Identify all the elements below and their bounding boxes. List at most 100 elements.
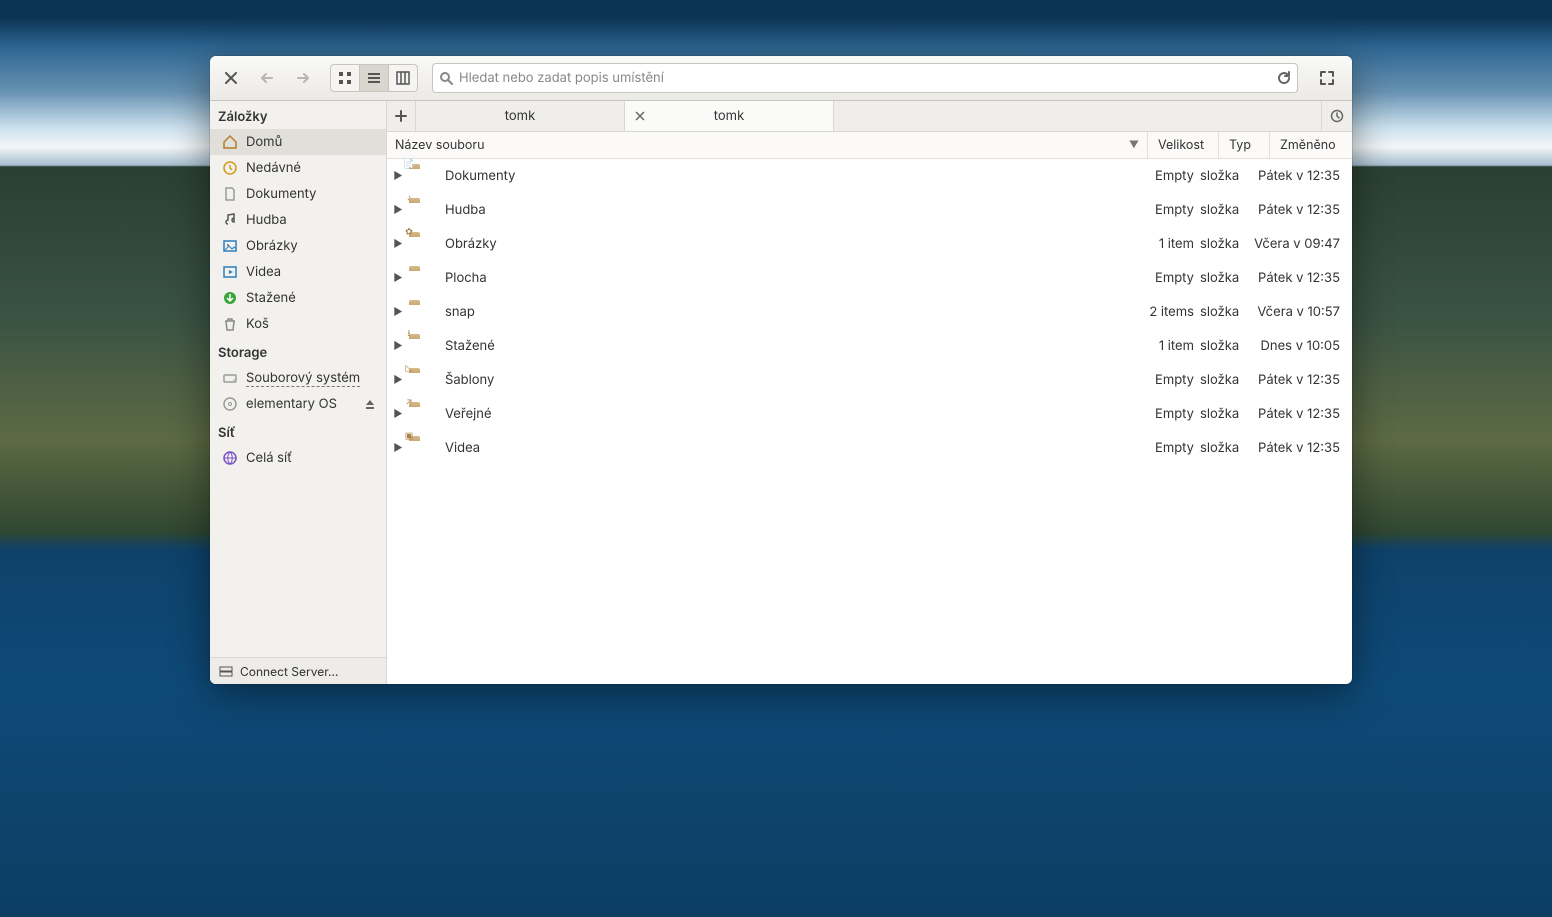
view-grid-button[interactable] <box>331 65 360 91</box>
reload-button[interactable] <box>1277 71 1291 85</box>
sidebar-item-vid[interactable]: Videa <box>210 259 386 285</box>
sidebar-item-network-0[interactable]: Celá síť <box>210 445 386 471</box>
expand-arrow-icon[interactable]: ▶ <box>393 272 403 284</box>
sidebar-item-label: Stažené <box>246 290 296 306</box>
tab-0[interactable]: tomk <box>416 101 625 131</box>
folder-icon: ♪ <box>409 198 437 222</box>
grid-icon <box>338 71 352 85</box>
server-icon <box>218 663 234 679</box>
folder-icon: ✿ <box>409 232 437 256</box>
expand-arrow-icon[interactable]: ▶ <box>393 306 403 318</box>
sidebar: Záložky DomůNedávnéDokumentyHudbaObrázky… <box>210 101 387 684</box>
expand-arrow-icon[interactable]: ▶ <box>393 374 403 386</box>
file-type: složka <box>1200 440 1250 456</box>
nav-forward-button[interactable] <box>288 64 318 92</box>
maximize-icon <box>1320 71 1334 85</box>
search-icon <box>439 71 453 85</box>
pic-icon <box>222 238 238 254</box>
sidebar-item-label: Koš <box>246 316 269 332</box>
column-type-label: Typ <box>1229 138 1251 153</box>
file-modified: Pátek v 12:35 <box>1250 440 1352 456</box>
eject-button[interactable] <box>364 398 376 410</box>
file-size: Empty <box>1126 406 1200 422</box>
tab-history-button[interactable] <box>1321 101 1352 131</box>
sidebar-item-doc[interactable]: Dokumenty <box>210 181 386 207</box>
home-icon <box>222 134 238 150</box>
file-manager-window: Hledat nebo zadat popis umístění Záložky… <box>210 56 1352 684</box>
file-row[interactable]: ▶↗VeřejnéEmptysložkaPátek v 12:35 <box>387 397 1352 431</box>
file-modified: Pátek v 12:35 <box>1250 372 1352 388</box>
view-mode-toggle <box>330 64 418 92</box>
tab-label: tomk <box>505 108 535 124</box>
column-modified[interactable]: Změněno <box>1269 132 1352 158</box>
tab-close-button[interactable] <box>635 111 645 121</box>
sidebar-item-label: Dokumenty <box>246 186 316 202</box>
sidebar-item-dl[interactable]: Stažené <box>210 285 386 311</box>
folder-icon <box>409 266 437 290</box>
path-bar[interactable]: Hledat nebo zadat popis umístění <box>432 63 1298 93</box>
expand-arrow-icon[interactable]: ▶ <box>393 442 403 454</box>
file-size: Empty <box>1126 440 1200 456</box>
file-row[interactable]: ▶✿Obrázky1 itemsložkaVčera v 09:47 <box>387 227 1352 261</box>
expand-arrow-icon[interactable]: ▶ <box>393 170 403 182</box>
doc-icon <box>222 186 238 202</box>
file-modified: Včera v 09:47 <box>1250 236 1352 252</box>
file-list: ▶📄DokumentyEmptysložkaPátek v 12:35▶♪Hud… <box>387 159 1352 684</box>
sidebar-item-recent[interactable]: Nedávné <box>210 155 386 181</box>
sidebar-item-home[interactable]: Domů <box>210 129 386 155</box>
expand-arrow-icon[interactable]: ▶ <box>393 238 403 250</box>
tab-label: tomk <box>714 108 744 124</box>
window-maximize-button[interactable] <box>1312 64 1346 92</box>
column-size[interactable]: Velikost <box>1147 132 1218 158</box>
file-row[interactable]: ▶♪HudbaEmptysložkaPátek v 12:35 <box>387 193 1352 227</box>
close-icon <box>225 72 237 84</box>
file-row[interactable]: ▶⭳Stažené1 itemsložkaDnes v 10:05 <box>387 329 1352 363</box>
column-name[interactable]: Název souboru ▼ <box>387 138 1147 153</box>
file-name: Plocha <box>437 270 1126 286</box>
connect-server-button[interactable]: Connect Server… <box>210 657 386 684</box>
list-icon <box>367 71 381 85</box>
nav-back-button[interactable] <box>252 64 282 92</box>
file-size: 1 item <box>1126 338 1200 354</box>
trash-icon <box>222 316 238 332</box>
chevron-right-icon <box>296 71 310 85</box>
plus-icon <box>395 110 407 122</box>
tabstrip: tomk tomk <box>387 101 1352 132</box>
sidebar-item-trash[interactable]: Koš <box>210 311 386 337</box>
file-modified: Včera v 10:57 <box>1250 304 1352 320</box>
sidebar-item-storage-0[interactable]: Souborový systém <box>210 365 386 391</box>
sidebar-item-music[interactable]: Hudba <box>210 207 386 233</box>
sidebar-item-storage-1[interactable]: elementary OS <box>210 391 386 417</box>
file-row[interactable]: ▶▣VideaEmptysložkaPátek v 12:35 <box>387 431 1352 465</box>
new-tab-button[interactable] <box>387 101 416 131</box>
eject-icon <box>364 398 376 410</box>
expand-arrow-icon[interactable]: ▶ <box>393 204 403 216</box>
file-type: složka <box>1200 372 1250 388</box>
file-row[interactable]: ▶PlochaEmptysložkaPátek v 12:35 <box>387 261 1352 295</box>
tab-1[interactable]: tomk <box>625 101 834 131</box>
view-columns-button[interactable] <box>389 65 417 91</box>
file-type: složka <box>1200 270 1250 286</box>
expand-arrow-icon[interactable]: ▶ <box>393 340 403 352</box>
file-type: složka <box>1200 236 1250 252</box>
cd-icon <box>222 396 238 412</box>
column-name-label: Název souboru <box>395 138 484 153</box>
sidebar-item-label: Obrázky <box>246 238 298 254</box>
column-type[interactable]: Typ <box>1218 132 1269 158</box>
file-row[interactable]: ▶◺ŠablonyEmptysložkaPátek v 12:35 <box>387 363 1352 397</box>
sidebar-heading-storage: Storage <box>210 337 386 365</box>
expand-arrow-icon[interactable]: ▶ <box>393 408 403 420</box>
window-close-button[interactable] <box>216 64 246 92</box>
file-name: Stažené <box>437 338 1126 354</box>
file-row[interactable]: ▶snap2 itemssložkaVčera v 10:57 <box>387 295 1352 329</box>
sidebar-item-label: elementary OS <box>246 396 337 412</box>
sort-indicator-icon: ▼ <box>1129 139 1139 151</box>
sidebar-item-pic[interactable]: Obrázky <box>210 233 386 259</box>
file-size: Empty <box>1126 270 1200 286</box>
file-type: složka <box>1200 202 1250 218</box>
sidebar-item-label: Domů <box>246 134 282 150</box>
drive-icon <box>222 370 238 386</box>
view-list-button[interactable] <box>360 65 389 91</box>
file-row[interactable]: ▶📄DokumentyEmptysložkaPátek v 12:35 <box>387 159 1352 193</box>
file-modified: Dnes v 10:05 <box>1250 338 1352 354</box>
